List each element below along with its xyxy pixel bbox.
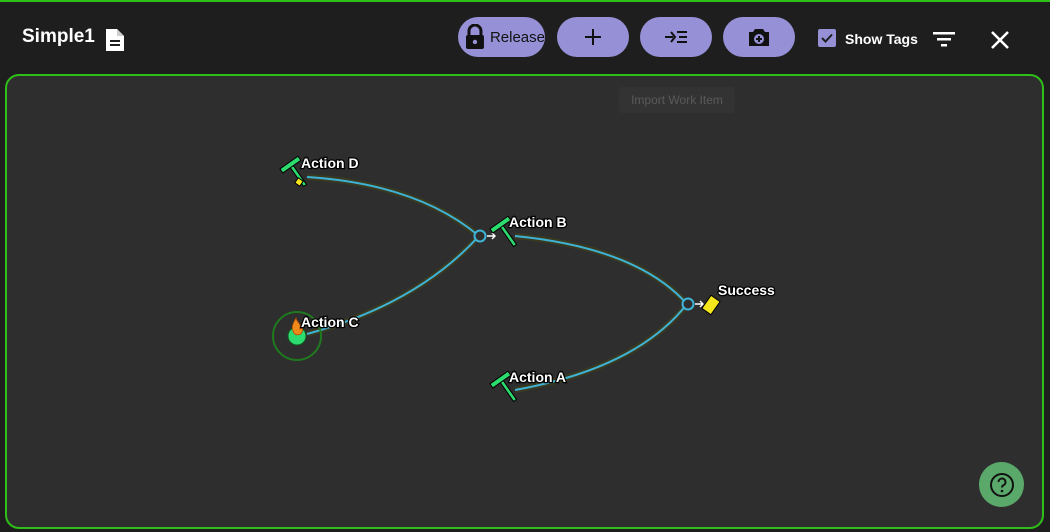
edge-b-success [514, 233, 690, 306]
filter-icon[interactable] [932, 30, 956, 48]
node-action-b[interactable]: Action B [489, 213, 568, 252]
workflow-graph: Action D Action B Action C Action A Succ… [272, 154, 776, 403]
app-window: Simple1 Release Show Tags Import Work It… [0, 0, 1050, 532]
node-action-d[interactable]: Action D [279, 154, 360, 192]
import-icon [665, 31, 687, 43]
header-bar: Simple1 Release Show Tags [0, 2, 1050, 74]
node-label-action-a: Action A [509, 369, 566, 385]
close-icon[interactable] [990, 30, 1010, 50]
node-label-action-b: Action B [509, 214, 567, 230]
node-label-success: Success [718, 282, 775, 298]
node-label-action-d: Action D [301, 155, 359, 171]
junction-success[interactable] [681, 297, 704, 311]
import-button[interactable] [640, 17, 712, 57]
workflow-canvas[interactable]: Import Work Item Action D Action B Actio… [5, 74, 1044, 529]
node-success[interactable]: Success [701, 281, 776, 316]
snapshot-button[interactable] [723, 17, 795, 57]
help-icon [989, 472, 1014, 497]
show-tags-checkbox[interactable] [818, 29, 836, 47]
release-label: Release [489, 28, 545, 46]
edge-d-b [306, 174, 481, 239]
plus-icon [585, 29, 601, 45]
release-button[interactable]: Release [458, 17, 545, 57]
flag-icon [701, 294, 721, 316]
document-icon[interactable] [104, 27, 126, 53]
add-button[interactable] [557, 17, 629, 57]
node-action-c[interactable]: Action C [272, 311, 360, 361]
camera-icon [749, 29, 769, 46]
node-label-action-c: Action C [301, 314, 359, 330]
checkbox-icon [821, 33, 833, 43]
page-title: Simple1 [22, 26, 95, 47]
show-tags-label[interactable]: Show Tags [845, 31, 918, 47]
help-button[interactable] [979, 462, 1024, 507]
lock-icon [465, 24, 484, 49]
